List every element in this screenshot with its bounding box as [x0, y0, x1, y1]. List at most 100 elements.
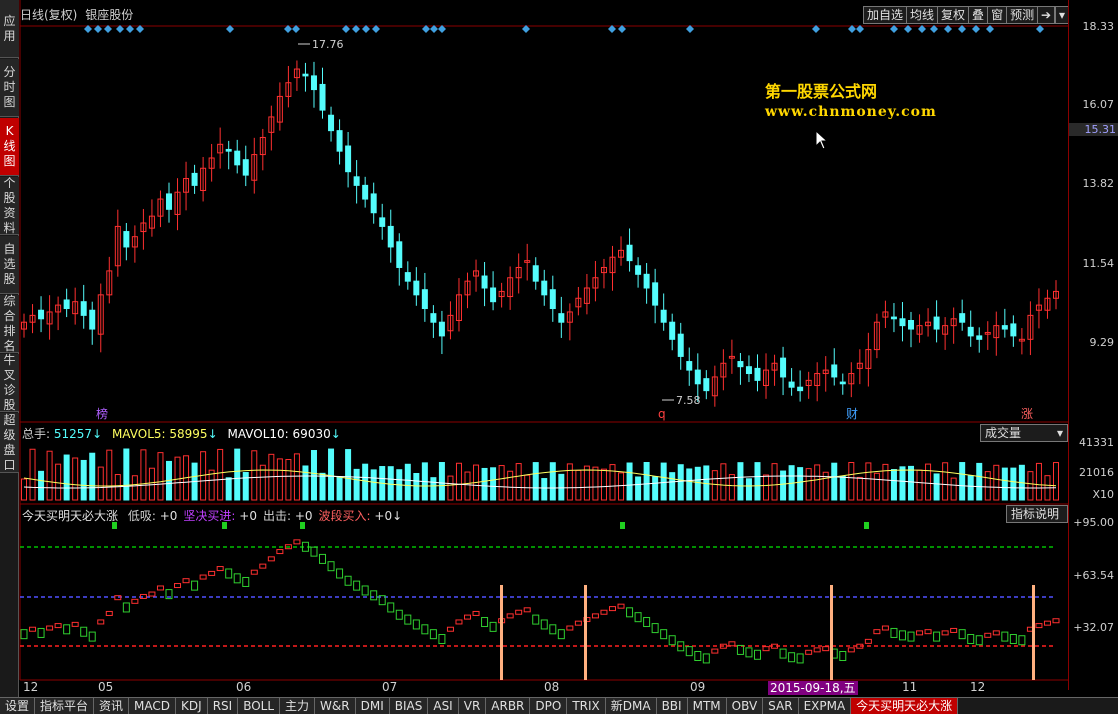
tab-2[interactable]: 资讯 — [94, 698, 130, 714]
indicator-square — [967, 634, 975, 645]
indicator-square — [1001, 631, 1009, 642]
candle-body — [302, 73, 309, 77]
indicator-square — [617, 603, 625, 609]
volume-bar — [805, 468, 812, 501]
volume-bar — [737, 462, 744, 501]
volume-bar — [46, 450, 53, 501]
indicator-square — [779, 648, 787, 659]
indicator-square — [216, 566, 224, 572]
price-tick: 13.82 — [1082, 177, 1115, 190]
volume-bar — [285, 459, 292, 501]
indicator-legend: 今天买明天必大涨 低吸: +0 坚决买进: +0 出击: +0 波段买入: +0↓ — [22, 507, 402, 524]
tab-15[interactable]: TRIX — [567, 698, 606, 714]
tab-7[interactable]: 主力 — [280, 698, 316, 714]
candle-body — [319, 83, 326, 111]
candle-body — [694, 369, 701, 385]
volume-bar — [353, 468, 360, 501]
indicator-square — [370, 590, 378, 601]
tab-14[interactable]: DPO — [530, 698, 568, 714]
indicator-square — [566, 625, 574, 631]
indicator-square — [54, 623, 62, 629]
volume-bar — [336, 476, 343, 501]
candle-body — [635, 265, 642, 275]
volume-bar — [592, 466, 599, 501]
month-label: 12 — [23, 680, 39, 694]
indicator-square — [37, 627, 45, 638]
tab-11[interactable]: ASI — [428, 698, 459, 714]
volume-indicator-dropdown[interactable]: 成交量 ▾ — [980, 424, 1068, 442]
tab-5[interactable]: RSI — [207, 698, 239, 714]
tab-20[interactable]: SAR — [763, 698, 799, 714]
indicator-tick: +63.54 — [1073, 569, 1114, 582]
candle-body — [549, 289, 556, 310]
tab-10[interactable]: BIAS — [389, 698, 429, 714]
candle-body — [438, 321, 445, 337]
month-label: 05 — [98, 680, 114, 694]
indicator-item-label: 波段买入: — [318, 509, 371, 523]
month-label: 07 — [382, 680, 398, 694]
volume-bar — [225, 477, 232, 501]
volume-bar — [549, 462, 556, 501]
tab-16[interactable]: 新DMA — [605, 698, 657, 714]
indicator-square — [788, 652, 796, 663]
candle-body — [242, 159, 249, 176]
tab-4[interactable]: KDJ — [176, 698, 208, 714]
candle-body — [63, 299, 70, 310]
indicator-square — [259, 563, 267, 569]
volume-bar — [967, 475, 974, 501]
tab-1[interactable]: 指标平台 — [35, 698, 95, 714]
event-marker: 财 — [846, 407, 858, 421]
volume-bar — [558, 473, 565, 501]
tab-13[interactable]: ARBR — [486, 698, 531, 714]
indicator-square — [412, 619, 420, 630]
month-label: 08 — [544, 680, 560, 694]
tab-3[interactable]: MACD — [129, 698, 177, 714]
kline-chart[interactable]: 17.76 7.58 榜 q 财 涨 — [0, 0, 1118, 714]
volume-bar — [771, 463, 778, 501]
tab-9[interactable]: DMI — [355, 698, 390, 714]
indicator-square — [71, 621, 79, 627]
chevron-down-icon: ▾ — [1056, 426, 1063, 440]
indicator-name[interactable]: 今天买明天必大涨 — [22, 509, 118, 523]
indicator-square — [916, 630, 924, 636]
candle-body — [660, 309, 667, 323]
indicator-help-button[interactable]: 指标说明 — [1006, 505, 1068, 523]
indicator-item-value: +0 — [291, 509, 313, 523]
volume-dropdown-label: 成交量 — [985, 426, 1022, 440]
tab-22[interactable]: 今天买明天必大涨 — [851, 698, 959, 714]
volume-bar — [21, 478, 27, 501]
tab-6[interactable]: BOLL — [238, 698, 281, 714]
candle-body — [686, 361, 693, 371]
indicator-square — [489, 621, 497, 632]
tab-12[interactable]: VR — [458, 698, 487, 714]
candle-body — [643, 273, 650, 289]
indicator-square — [660, 629, 668, 640]
indicator-item-label: 低吸: — [127, 509, 156, 523]
volume-bar — [106, 449, 113, 501]
indicator-square — [702, 653, 710, 664]
indicator-square — [1018, 635, 1026, 646]
volume-bar — [609, 464, 616, 501]
indicator-square — [523, 607, 531, 613]
indicator-item-label: 坚决买进: — [183, 509, 236, 523]
indicator-square — [608, 606, 616, 612]
candle-body — [165, 193, 172, 210]
volume-bar — [669, 472, 676, 501]
tab-17[interactable]: BBI — [656, 698, 688, 714]
watermark-url: www.chnmoney.com — [765, 104, 937, 120]
indicator-square — [992, 630, 1000, 636]
indicator-square — [421, 624, 429, 635]
candle-body — [310, 75, 317, 91]
volume-bar — [652, 476, 659, 501]
candle-body — [353, 176, 360, 186]
tab-8[interactable]: W&R — [315, 698, 356, 714]
tab-21[interactable]: EXPMA — [798, 698, 852, 714]
volume-bar — [797, 467, 804, 501]
candle-body — [831, 364, 838, 378]
indicator-square — [736, 644, 744, 655]
volume-bar — [72, 457, 79, 501]
volume-bar — [925, 463, 932, 501]
tab-19[interactable]: OBV — [726, 698, 764, 714]
tab-0[interactable]: 设置 — [0, 698, 36, 714]
tab-18[interactable]: MTM — [687, 698, 727, 714]
